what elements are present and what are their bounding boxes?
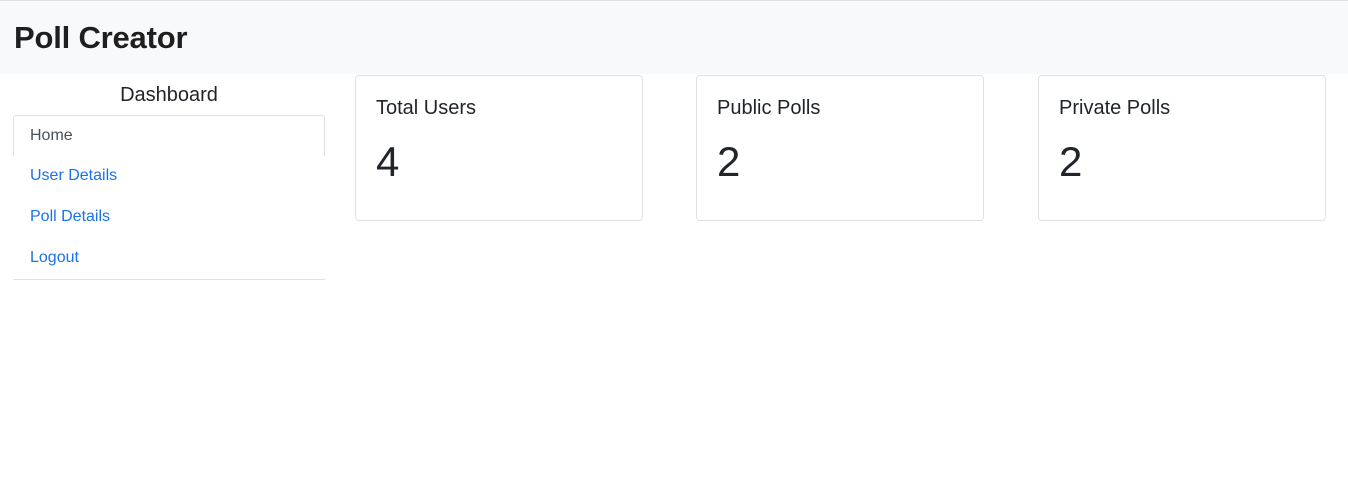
card-value: 2 (1059, 138, 1083, 185)
private-polls-card: Private Polls 2 (1038, 75, 1326, 221)
sidebar-item-poll-details[interactable]: Poll Details (13, 197, 325, 238)
total-users-card: Total Users 4 (355, 75, 643, 221)
sidebar-item-logout[interactable]: Logout (13, 238, 325, 279)
sidebar-item-user-details[interactable]: User Details (13, 156, 325, 197)
card-value: 4 (376, 138, 400, 185)
card-value: 2 (717, 138, 741, 185)
public-polls-card: Public Polls 2 (696, 75, 984, 221)
card-title: Public Polls (717, 97, 821, 119)
sidebar-title: Dashboard (120, 84, 218, 106)
card-title: Private Polls (1059, 97, 1171, 119)
sidebar-nav: Home User Details Poll Details Logout (13, 115, 325, 280)
sidebar-item-home[interactable]: Home (13, 115, 325, 156)
app-brand[interactable]: Poll Creator (14, 20, 188, 56)
sidebar: Dashboard Home User Details Poll Details… (13, 74, 325, 280)
top-navbar: Poll Creator (0, 0, 1348, 74)
card-title: Total Users (376, 97, 477, 119)
